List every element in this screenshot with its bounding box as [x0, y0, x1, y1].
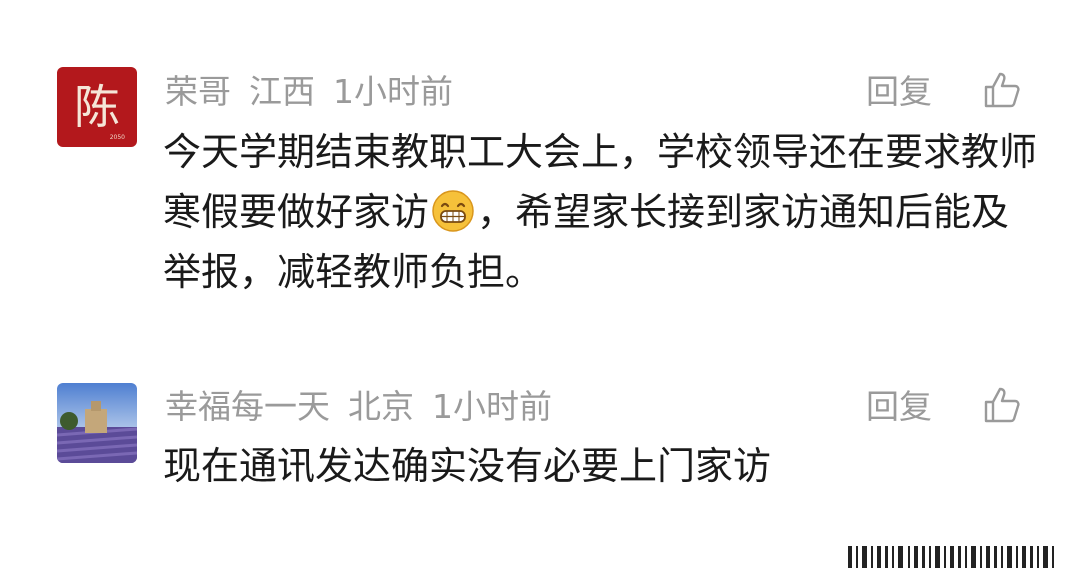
avatar[interactable]: [57, 383, 137, 463]
thumbs-up-icon: [984, 387, 1020, 423]
avatar[interactable]: 陈 2050: [57, 67, 137, 147]
timestamp: 1小时前: [333, 72, 453, 111]
reply-button[interactable]: 回复: [866, 387, 932, 427]
comment-meta: 荣哥 江西 1小时前: [165, 72, 471, 112]
svg-text:2050: 2050: [110, 134, 125, 141]
avatar-image: [57, 383, 137, 463]
timestamp: 1小时前: [432, 387, 552, 426]
username[interactable]: 幸福每一天: [165, 387, 330, 426]
reply-button[interactable]: 回复: [866, 72, 932, 112]
thumbs-up-icon: [984, 72, 1020, 108]
avatar-char: 陈: [74, 80, 120, 134]
comment-meta: 幸福每一天 北京 1小时前: [165, 387, 570, 427]
location: 北京: [348, 387, 414, 426]
avatar-image: 陈 2050: [57, 67, 137, 147]
like-button[interactable]: [982, 385, 1022, 425]
location: 江西: [249, 72, 315, 111]
comment-text: 今天学期结束教职工大会上，学校领导还在要求教师寒假要做好家访 ，希望家长接到家访…: [163, 122, 1043, 302]
watermark-logo: [848, 538, 1058, 572]
grinning-face-emoji: [431, 189, 475, 233]
username[interactable]: 荣哥: [165, 72, 231, 111]
comment-text: 现在通讯发达确实没有必要上门家访: [163, 444, 772, 488]
like-button[interactable]: [982, 70, 1022, 110]
